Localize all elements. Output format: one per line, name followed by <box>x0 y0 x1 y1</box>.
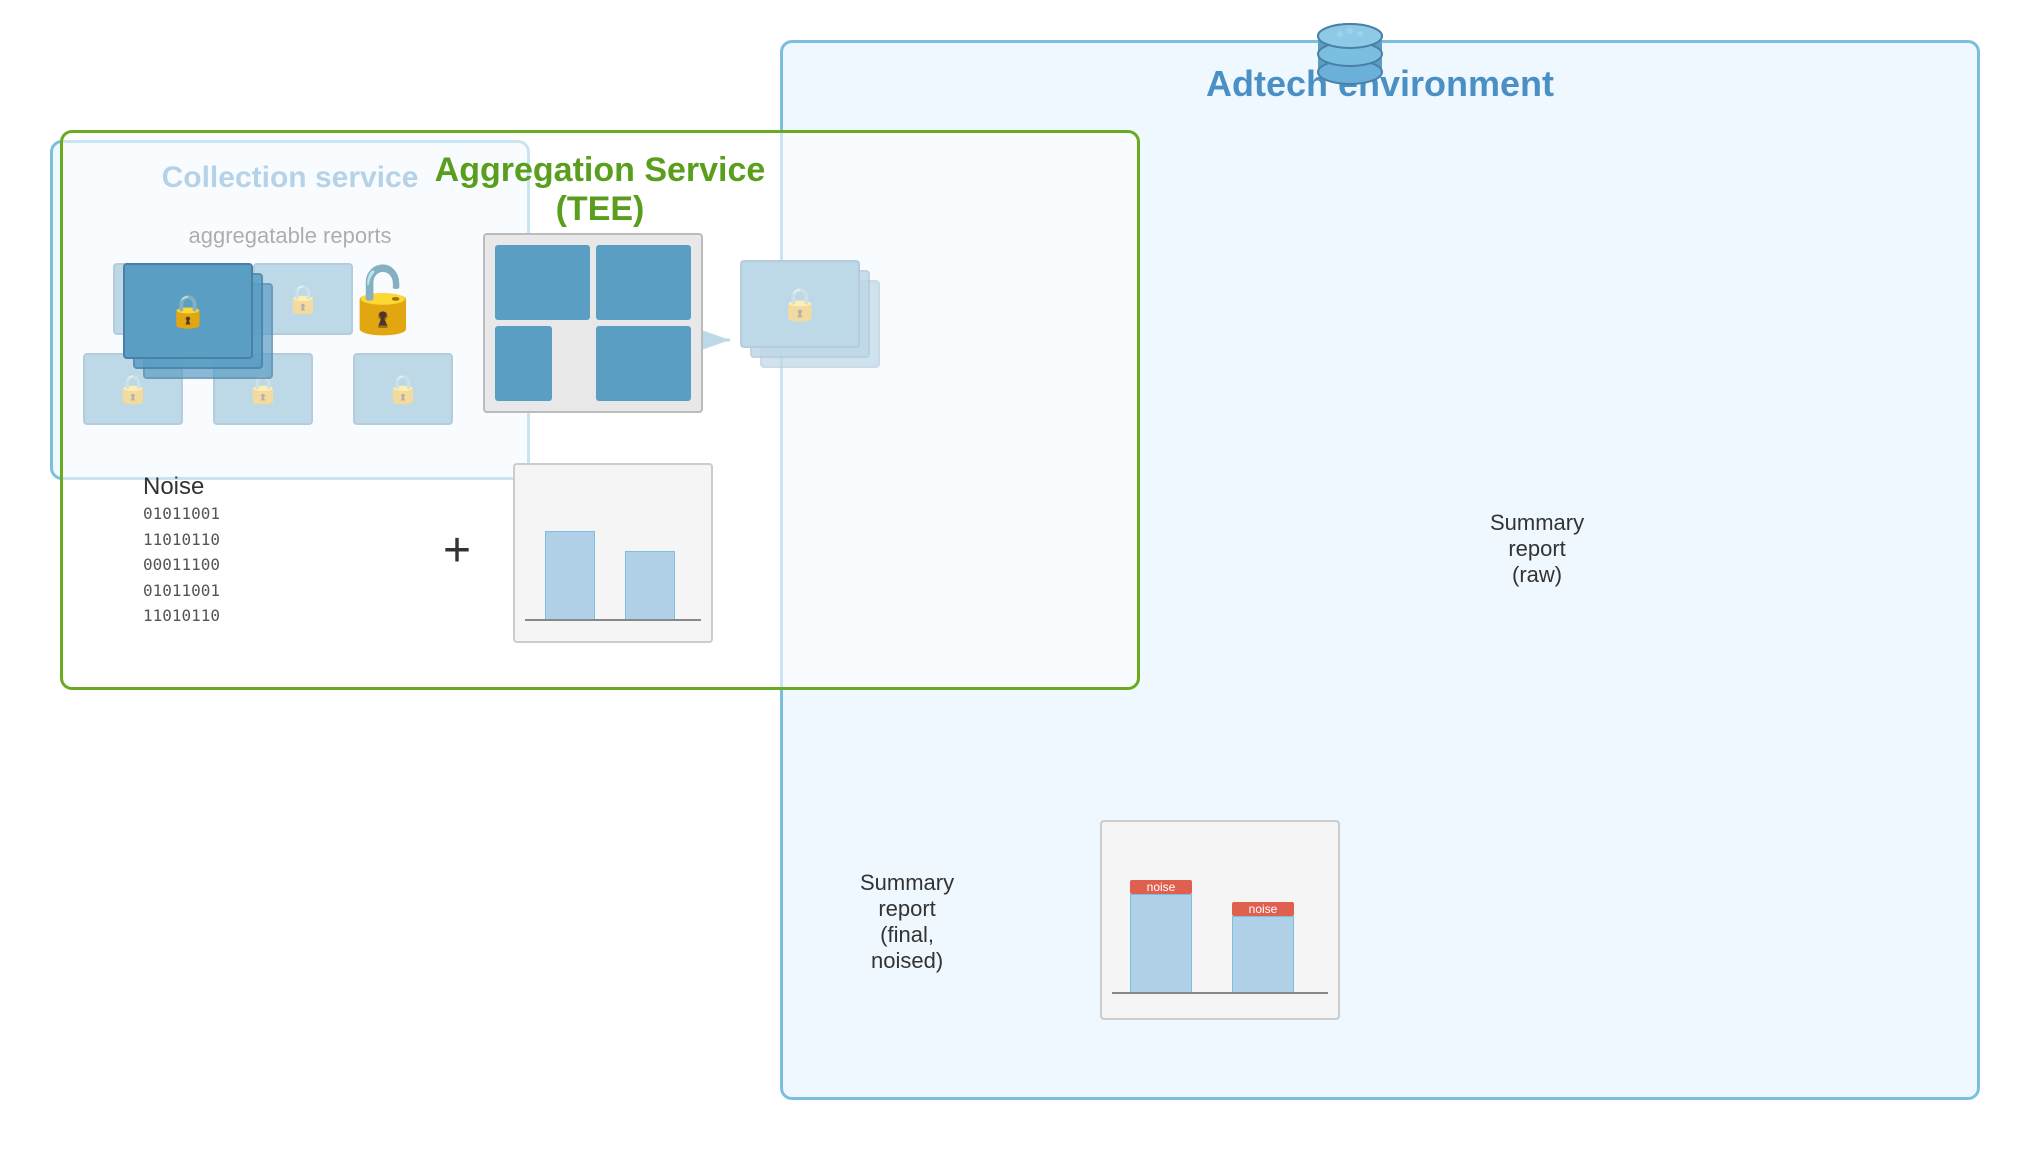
plus-sign: + <box>443 523 471 578</box>
final-chart-card: noise noise <box>1100 820 1340 1020</box>
aggregation-service-box: Aggregation Service (TEE) 🔒 🔓 <box>60 130 1140 690</box>
unlocked-lock: 🔓 <box>343 263 423 338</box>
noise-tag-1: noise <box>1147 880 1176 894</box>
aggregation-service-label: Aggregation Service (TEE) <box>435 151 766 229</box>
raw-chart-card <box>513 463 713 643</box>
noise-tag-2: noise <box>1249 902 1278 916</box>
noise-label: Noise <box>143 473 220 501</box>
summary-final-label: Summary report (final, noised) <box>860 870 954 974</box>
summary-raw-label: Summary report (raw) <box>1490 510 1584 588</box>
database-icon <box>1310 20 1390 105</box>
diagram-container: Adtech environment Collection service ag… <box>0 0 2032 1160</box>
noise-section: Noise 01011001 11010110 00011100 0101100… <box>143 473 220 629</box>
noise-binary: 01011001 11010110 00011100 01011001 1101… <box>143 501 220 629</box>
decoded-doc <box>483 233 703 413</box>
